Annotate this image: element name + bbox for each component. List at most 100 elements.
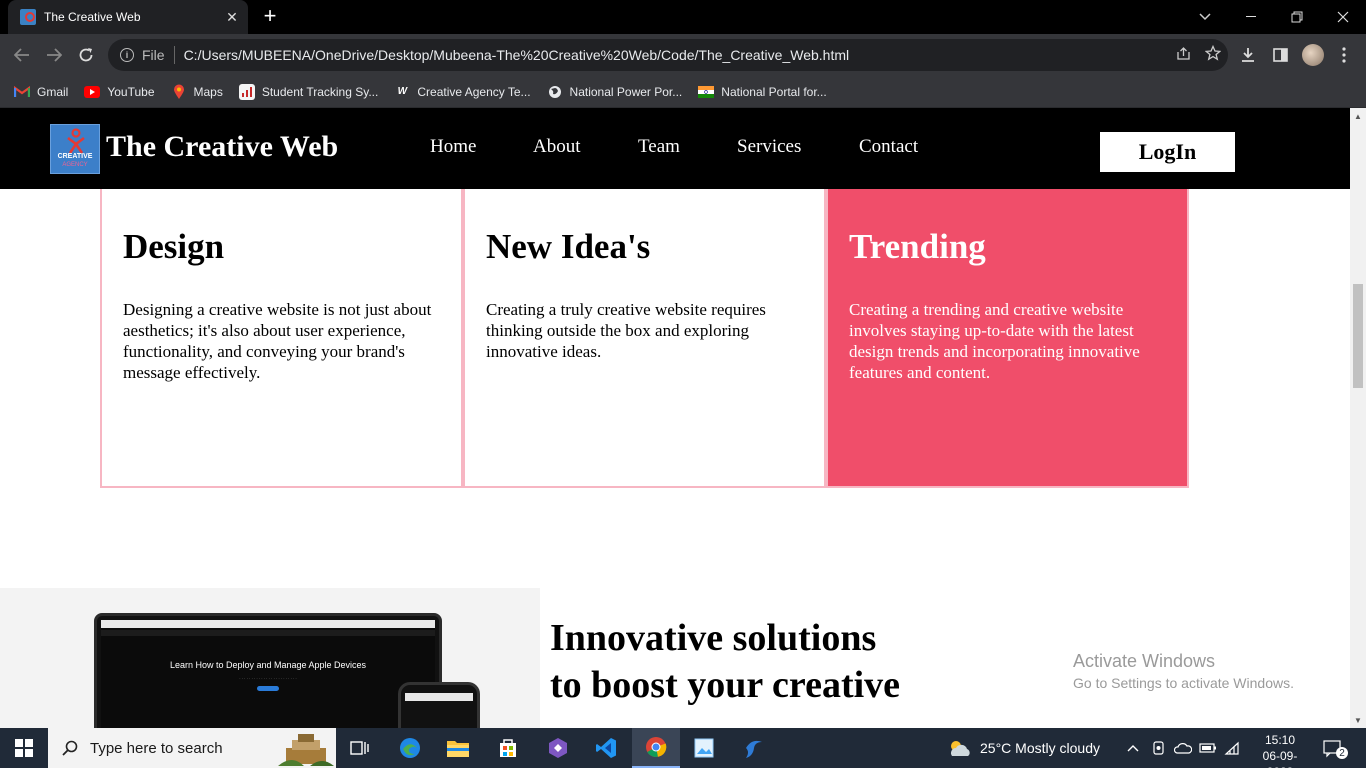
- minimize-button[interactable]: [1228, 0, 1274, 34]
- bookmark-label: Gmail: [37, 84, 69, 99]
- tab-search-chevron-icon[interactable]: [1182, 0, 1228, 34]
- bookmark-national-power[interactable]: National Power Por...: [547, 84, 683, 100]
- notification-center-icon[interactable]: 2: [1322, 728, 1348, 768]
- logo-subtext: AGENCY: [62, 162, 88, 168]
- section-headline: Innovative solutions to boost your creat…: [550, 615, 900, 709]
- close-window-button[interactable]: [1320, 0, 1366, 34]
- nav-team[interactable]: Team: [638, 136, 680, 158]
- app-swoosh-icon[interactable]: [730, 728, 778, 768]
- youtube-icon: [84, 85, 101, 98]
- card-trending[interactable]: Trending Creating a trending and creativ…: [826, 170, 1189, 488]
- watermark-title: Activate Windows: [1073, 651, 1216, 671]
- bookmark-creative-agency[interactable]: W Creative Agency Te...: [394, 84, 531, 100]
- nav-contact[interactable]: Contact: [859, 136, 918, 158]
- reload-icon[interactable]: [74, 43, 98, 67]
- cloud-sun-icon: [951, 741, 970, 756]
- info-icon[interactable]: i: [120, 48, 134, 62]
- maps-icon: [171, 84, 187, 100]
- browser-toolbar: i File C:/Users/MUBEENA/OneDrive/Desktop…: [0, 34, 1366, 76]
- omnibox-divider: [173, 46, 175, 64]
- page-scrollbar[interactable]: ▲ ▼: [1350, 108, 1366, 728]
- close-tab-icon[interactable]: ✕: [222, 9, 242, 26]
- bookmark-label: National Portal for...: [721, 84, 827, 99]
- download-icon[interactable]: [1236, 43, 1260, 67]
- share-icon[interactable]: [1168, 46, 1198, 65]
- file-explorer-icon[interactable]: [434, 728, 482, 768]
- windows-start-icon[interactable]: [0, 728, 48, 768]
- new-tab-button[interactable]: +: [258, 4, 282, 28]
- headline-line-2: to boost your creative: [550, 664, 901, 706]
- tracking-icon: [238, 83, 255, 100]
- task-view-icon[interactable]: [336, 728, 384, 768]
- nav-home[interactable]: Home: [430, 136, 476, 158]
- weather-text: 25°C Mostly cloudy: [980, 740, 1100, 756]
- clock-time: 15:10: [1264, 733, 1296, 747]
- scroll-down-icon[interactable]: ▼: [1350, 712, 1366, 728]
- nav-services[interactable]: Services: [737, 136, 801, 158]
- weather-widget[interactable]: 25°C Mostly cloudy: [946, 728, 1100, 768]
- site-logo[interactable]: CREATIVE AGENCY: [50, 124, 100, 174]
- bookmark-label: National Power Por...: [569, 84, 683, 99]
- side-panel-icon[interactable]: [1268, 43, 1292, 67]
- card-text: Designing a creative website is not just…: [123, 300, 432, 382]
- login-button[interactable]: LogIn: [1100, 132, 1235, 172]
- battery-icon[interactable]: [1199, 728, 1217, 768]
- bookmark-label: Creative Agency Te...: [417, 84, 531, 99]
- meet-now-icon[interactable]: [1152, 728, 1166, 768]
- bookmark-label: Student Tracking Sy...: [261, 84, 379, 99]
- microsoft-store-icon[interactable]: [484, 728, 532, 768]
- onedrive-cloud-icon[interactable]: [1174, 728, 1192, 768]
- search-placeholder: Type here to search: [90, 739, 223, 757]
- restore-button[interactable]: [1274, 0, 1320, 34]
- site-brand-title[interactable]: The Creative Web: [106, 130, 338, 164]
- tray-chevron-up-icon[interactable]: [1127, 728, 1139, 768]
- vscode-icon[interactable]: [582, 728, 630, 768]
- card-design[interactable]: Design Designing a creative website is n…: [100, 170, 463, 488]
- card-title: Trending: [849, 227, 986, 266]
- page-viewport: CREATIVE AGENCY The Creative Web Home Ab…: [0, 108, 1350, 728]
- wifi-icon[interactable]: [1224, 728, 1240, 768]
- bookmarks-bar: Gmail YouTube Maps Student Tracking Sy..…: [0, 76, 1366, 108]
- image-viewer-icon[interactable]: [680, 728, 728, 768]
- address-bar[interactable]: i File C:/Users/MUBEENA/OneDrive/Desktop…: [108, 39, 1228, 71]
- phone-mockup: [398, 682, 480, 728]
- bookmark-maps[interactable]: Maps: [171, 84, 223, 100]
- edge-icon[interactable]: [386, 728, 434, 768]
- card-new-ideas[interactable]: New Idea's Creating a truly creative web…: [463, 170, 826, 488]
- visual-studio-icon[interactable]: [534, 728, 582, 768]
- search-icon: [62, 740, 78, 756]
- browser-tab-strip: The Creative Web ✕ +: [0, 0, 1366, 34]
- profile-avatar[interactable]: [1301, 43, 1325, 67]
- card-text: Creating a trending and creative website…: [849, 300, 1140, 382]
- bookmark-youtube[interactable]: YouTube: [84, 85, 155, 99]
- bookmark-star-icon[interactable]: [1198, 44, 1228, 65]
- taskbar-search-box[interactable]: Type here to search: [48, 728, 336, 768]
- india-flag-icon: [698, 84, 715, 100]
- notification-count-badge: 2: [1336, 747, 1348, 759]
- watermark-subtitle: Go to Settings to activate Windows.: [1073, 675, 1294, 691]
- bookmark-student-tracking[interactable]: Student Tracking Sy...: [238, 83, 379, 100]
- url-text[interactable]: C:/Users/MUBEENA/OneDrive/Desktop/Mubeen…: [184, 47, 1168, 63]
- scroll-up-icon[interactable]: ▲: [1350, 108, 1366, 124]
- site-favicon-icon: [20, 9, 36, 25]
- more-menu-icon[interactable]: [1332, 43, 1356, 67]
- headline-line-1: Innovative solutions: [550, 617, 877, 659]
- forward-arrow-icon[interactable]: [42, 43, 66, 67]
- browser-tab[interactable]: The Creative Web ✕: [8, 0, 248, 34]
- search-highlight-image-icon: [278, 734, 334, 766]
- bookmark-label: Maps: [193, 84, 223, 99]
- card-title: Design: [123, 227, 225, 266]
- bookmark-gmail[interactable]: Gmail: [14, 84, 68, 100]
- chrome-icon[interactable]: [632, 728, 680, 768]
- tab-title: The Creative Web: [44, 10, 141, 24]
- back-arrow-icon[interactable]: [10, 43, 34, 67]
- feature-cards: Design Designing a creative website is n…: [100, 170, 1190, 488]
- laptop-screen-title: Learn How to Deploy and Manage Apple Dev…: [169, 660, 367, 670]
- card-text: Creating a truly creative website requir…: [486, 300, 766, 361]
- system-clock[interactable]: 15:10 06-09-2023: [1250, 732, 1310, 780]
- bookmark-national-portal[interactable]: National Portal for...: [698, 84, 827, 100]
- nav-about[interactable]: About: [533, 136, 581, 158]
- scroll-thumb[interactable]: [1353, 284, 1363, 388]
- clock-date: 06-09-2023: [1262, 749, 1298, 779]
- activate-windows-watermark: Activate Windows Go to Settings to activ…: [1073, 651, 1294, 691]
